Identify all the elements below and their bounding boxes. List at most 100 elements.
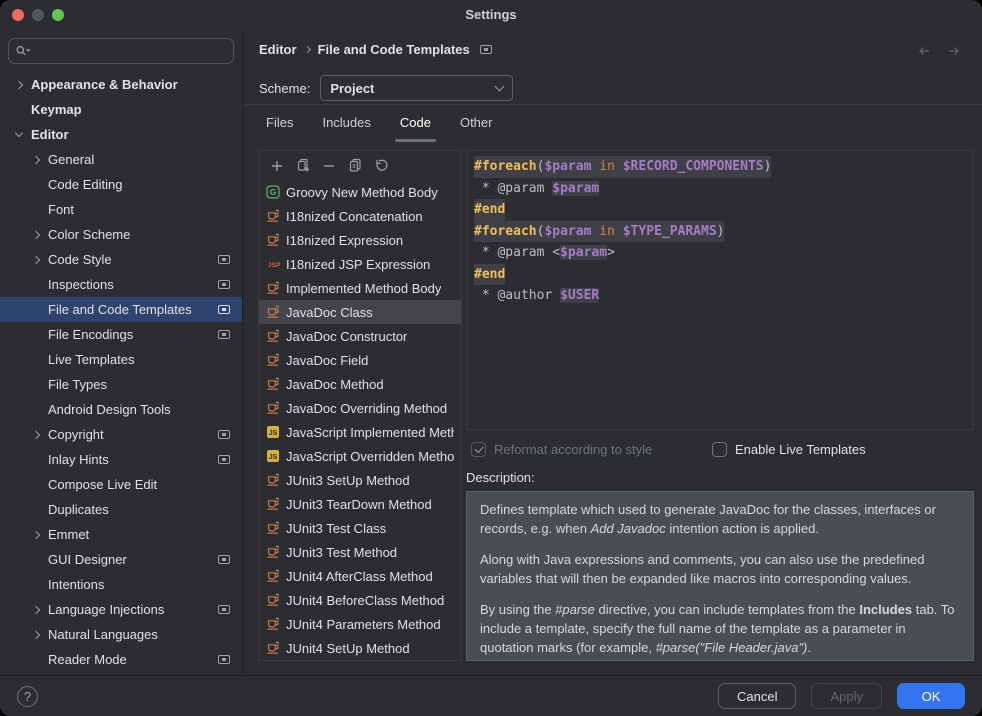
sidebar-item-code-style[interactable]: Code Style: [0, 247, 242, 272]
template-item-implemented-method-body[interactable]: Implemented Method Body: [259, 276, 461, 300]
template-item-label: JavaDoc Overriding Method: [286, 401, 447, 416]
sidebar-item-label: Duplicates: [48, 502, 109, 517]
tab-code[interactable]: Code: [391, 105, 440, 143]
sidebar-item-label: Inlay Hints: [48, 452, 109, 467]
per-project-screen-icon: [218, 455, 230, 464]
sidebar-item-file-and-code-templates[interactable]: File and Code Templates: [0, 297, 242, 322]
add-button[interactable]: [269, 158, 285, 174]
sidebar-item-live-templates[interactable]: Live Templates: [0, 347, 242, 372]
sidebar-item-duplicates[interactable]: Duplicates: [0, 497, 242, 522]
sidebar-item-editor[interactable]: Editor: [0, 122, 242, 147]
template-item-junit3-test-class[interactable]: JUnit3 Test Class: [259, 516, 461, 540]
chevron-right-icon[interactable]: [32, 155, 40, 163]
sidebar-item-android-design-tools[interactable]: Android Design Tools: [0, 397, 242, 422]
description-paragraph: Along with Java expressions and comments…: [480, 550, 960, 588]
tab-files[interactable]: Files: [257, 105, 302, 143]
template-item-junit4-parameters-method[interactable]: JUnit4 Parameters Method: [259, 612, 461, 636]
sidebar-item-appearance-behavior[interactable]: Appearance & Behavior: [0, 72, 242, 97]
reset-button[interactable]: [373, 158, 389, 174]
sidebar-item-inspections[interactable]: Inspections: [0, 272, 242, 297]
sidebar-item-font[interactable]: Font: [0, 197, 242, 222]
template-code-editor[interactable]: #foreach($param in $RECORD_COMPONENTS) *…: [466, 150, 974, 430]
sidebar-item-label: Android Design Tools: [48, 402, 171, 417]
java-file-icon: [266, 377, 280, 391]
sidebar-item-label: Reader Mode: [48, 652, 127, 667]
tab-includes[interactable]: Includes: [313, 105, 379, 143]
chevron-right-icon[interactable]: [32, 430, 40, 438]
sidebar-item-general[interactable]: General: [0, 147, 242, 172]
template-item-javadoc-overriding-method[interactable]: JavaDoc Overriding Method: [259, 396, 461, 420]
chevron-right-icon[interactable]: [32, 530, 40, 538]
chevron-slot: [14, 133, 31, 136]
minimize-window-button[interactable]: [32, 9, 44, 21]
help-button[interactable]: ?: [17, 686, 38, 707]
sidebar-item-code-editing[interactable]: Code Editing: [0, 172, 242, 197]
sidebar-item-copyright[interactable]: Copyright: [0, 422, 242, 447]
sidebar-item-label: File Encodings: [48, 327, 133, 342]
sidebar-item-color-scheme[interactable]: Color Scheme: [0, 222, 242, 247]
tab-other[interactable]: Other: [451, 105, 502, 143]
search-field[interactable]: [8, 38, 234, 64]
template-item-junit3-test-method[interactable]: JUnit3 Test Method: [259, 540, 461, 564]
template-item-groovy-new-method-body[interactable]: GGroovy New Method Body: [259, 180, 461, 204]
sidebar-item-label: Keymap: [31, 102, 82, 117]
chevron-right-icon[interactable]: [32, 255, 40, 263]
template-item-javadoc-constructor[interactable]: JavaDoc Constructor: [259, 324, 461, 348]
remove-button[interactable]: [321, 158, 337, 174]
copy-template-button[interactable]: [295, 158, 311, 174]
sidebar-item-gui-designer[interactable]: GUI Designer: [0, 547, 242, 572]
template-item-javadoc-method[interactable]: JavaDoc Method: [259, 372, 461, 396]
template-item-i18nized-expression[interactable]: I18nized Expression: [259, 228, 461, 252]
search-input[interactable]: [35, 43, 227, 60]
sidebar-item-file-types[interactable]: File Types: [0, 372, 242, 397]
zoom-window-button[interactable]: [52, 9, 64, 21]
chevron-down-icon[interactable]: [15, 129, 23, 137]
close-window-button[interactable]: [12, 9, 24, 21]
template-item-junit3-setup-method[interactable]: JUnit3 SetUp Method: [259, 468, 461, 492]
scheme-dropdown[interactable]: Project: [320, 75, 513, 101]
template-item-junit4-afterclass-method[interactable]: JUnit4 AfterClass Method: [259, 564, 461, 588]
sidebar-item-compose-live-edit[interactable]: Compose Live Edit: [0, 472, 242, 497]
svg-text:JS: JS: [269, 430, 278, 437]
reformat-checkbox[interactable]: [471, 442, 486, 457]
template-item-i18nized-concatenation[interactable]: I18nized Concatenation: [259, 204, 461, 228]
template-item-junit4-beforeclass-method[interactable]: JUnit4 BeforeClass Method: [259, 588, 461, 612]
svg-text:G: G: [270, 187, 277, 197]
live-templates-checkbox[interactable]: [712, 442, 727, 457]
chevron-right-icon[interactable]: [15, 80, 23, 88]
sidebar-item-reader-mode[interactable]: Reader Mode: [0, 647, 242, 672]
per-project-screen-icon: [218, 555, 230, 564]
template-item-javadoc-class[interactable]: JavaDoc Class: [259, 300, 461, 324]
template-item-javadoc-field[interactable]: JavaDoc Field: [259, 348, 461, 372]
sidebar-item-language-injections[interactable]: Language Injections: [0, 597, 242, 622]
sidebar-item-keymap[interactable]: Keymap: [0, 97, 242, 122]
reformat-label: Reformat according to style: [494, 442, 652, 457]
sidebar-item-inlay-hints[interactable]: Inlay Hints: [0, 447, 242, 472]
chevron-right-icon[interactable]: [32, 230, 40, 238]
template-item-junit3-teardown-method[interactable]: JUnit3 TearDown Method: [259, 492, 461, 516]
template-item-javascript-overridden-method[interactable]: JSJavaScript Overridden Method: [259, 444, 461, 468]
sidebar-item-intentions[interactable]: Intentions: [0, 572, 242, 597]
chevron-slot: [31, 157, 48, 163]
chevron-right-icon[interactable]: [32, 605, 40, 613]
duplicate-button[interactable]: [347, 158, 363, 174]
chevron-slot: [31, 607, 48, 613]
cancel-button[interactable]: Cancel: [718, 683, 796, 709]
apply-button[interactable]: Apply: [811, 683, 882, 709]
template-item-junit4-setup-method[interactable]: JUnit4 SetUp Method: [259, 636, 461, 660]
chevron-right-icon[interactable]: [32, 630, 40, 638]
per-project-screen-icon: [218, 605, 230, 614]
sidebar-item-emmet[interactable]: Emmet: [0, 522, 242, 547]
plus-icon: [270, 159, 284, 173]
template-item-javascript-implemented-method[interactable]: JSJavaScript Implemented Method: [259, 420, 461, 444]
breadcrumb-editor[interactable]: Editor: [259, 42, 297, 57]
sidebar-item-natural-languages[interactable]: Natural Languages: [0, 622, 242, 647]
js-file-icon: JS: [266, 425, 280, 439]
sidebar-item-label: Code Style: [48, 252, 112, 267]
ok-button[interactable]: OK: [897, 683, 965, 709]
template-item-i18nized-jsp-expression[interactable]: JSPI18nized JSP Expression: [259, 252, 461, 276]
code-line: * @author $USER: [474, 285, 973, 307]
sidebar-item-file-encodings[interactable]: File Encodings: [0, 322, 242, 347]
arrow-left-icon[interactable]: [916, 44, 932, 58]
arrow-right-icon[interactable]: [946, 44, 962, 58]
